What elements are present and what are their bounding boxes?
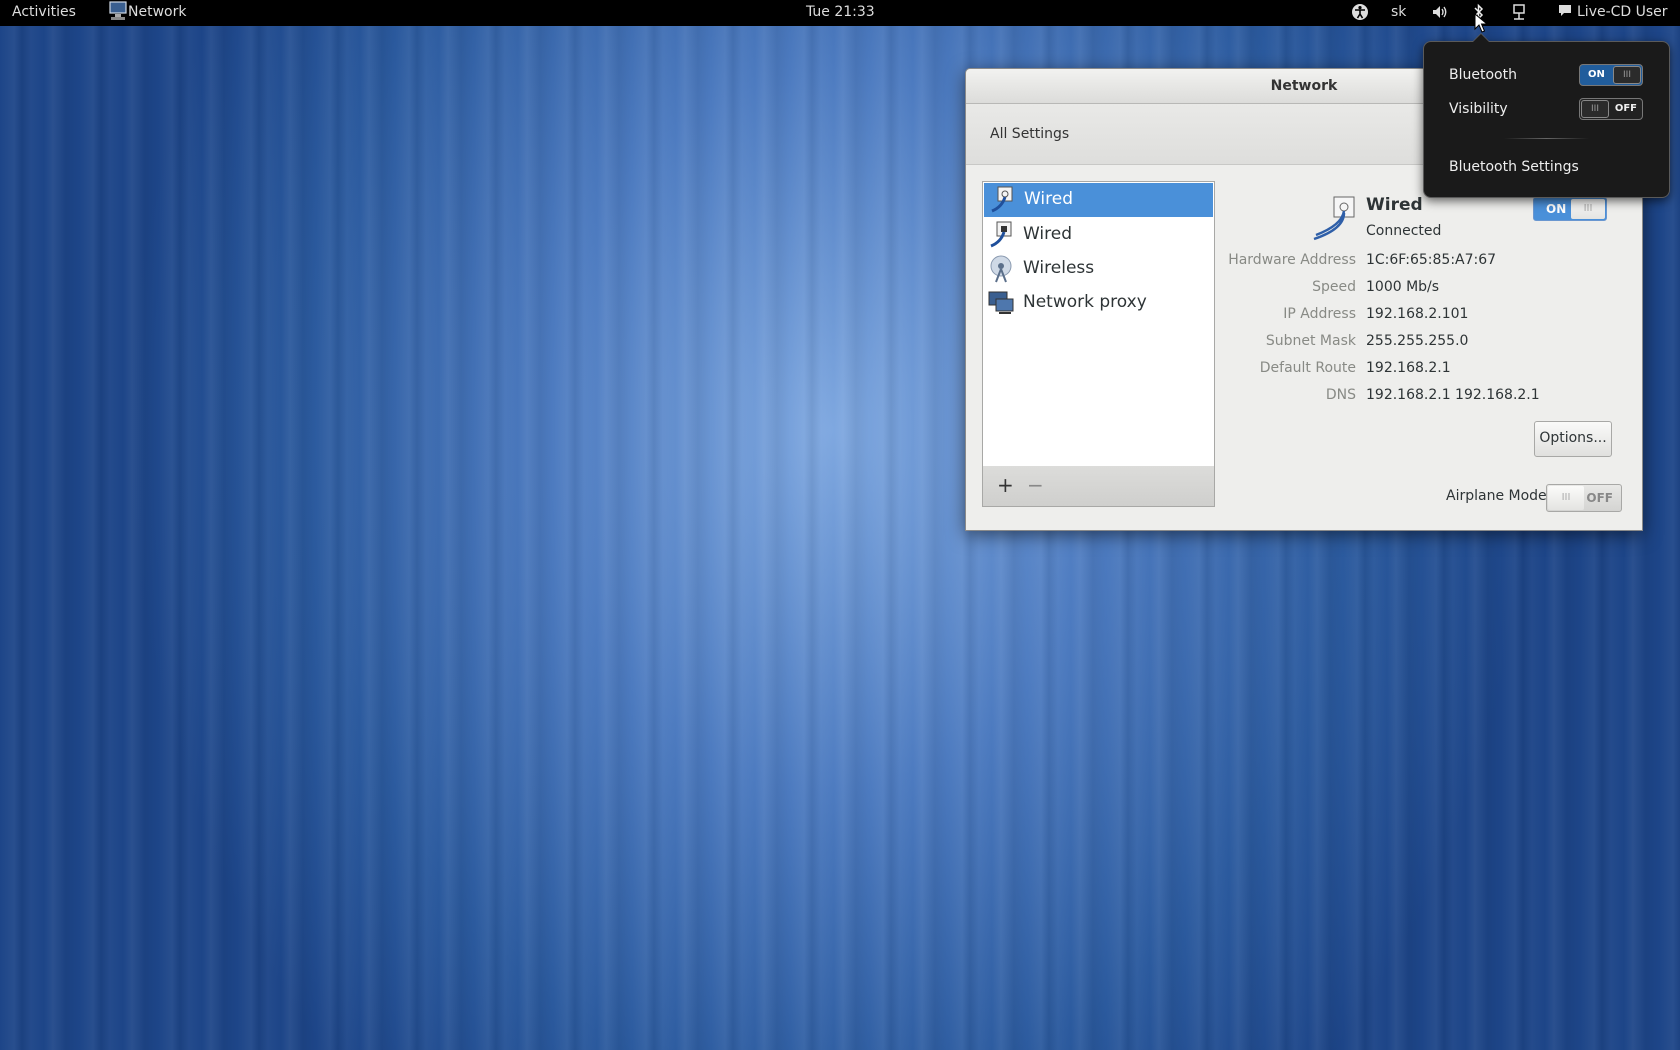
accessibility-icon[interactable] [1351, 3, 1369, 25]
hardware-address-label: Hardware Address [1228, 252, 1356, 268]
wireless-icon [987, 254, 1015, 284]
device-list: Wired Wired Wireless Network proxy [982, 181, 1215, 468]
user-menu[interactable]: Live-CD User [1577, 4, 1668, 20]
clock[interactable]: Tue 21:33 [806, 4, 875, 20]
network-icon[interactable] [1511, 3, 1527, 25]
device-list-toolbar: + − [982, 466, 1215, 507]
default-route-label: Default Route [1259, 360, 1356, 376]
device-status: Connected [1366, 223, 1442, 239]
options-button[interactable]: Options... [1534, 421, 1612, 457]
volume-icon[interactable] [1431, 3, 1449, 25]
popup-arrow [1472, 33, 1490, 42]
device-item-wired[interactable]: Wired [984, 183, 1213, 217]
visibility-toggle[interactable]: III OFF [1579, 98, 1643, 120]
speed-label: Speed [1312, 279, 1356, 295]
network-proxy-icon [987, 288, 1015, 318]
top-bar: Activities Network Tue 21:33 sk Live-CD … [0, 0, 1680, 26]
device-item-wired-2[interactable]: Wired [983, 218, 1214, 252]
keyboard-layout-indicator[interactable]: sk [1391, 4, 1406, 20]
hardware-address-value: 1C:6F:65:85:A7:67 [1366, 252, 1497, 268]
toggle-knob: III [1571, 199, 1605, 219]
bluetooth-label[interactable]: Bluetooth [1449, 67, 1517, 83]
airplane-mode-toggle[interactable]: III OFF [1546, 484, 1622, 512]
device-label: Wired [1024, 189, 1074, 209]
wired-locked-icon [987, 220, 1015, 250]
visibility-label[interactable]: Visibility [1449, 101, 1508, 117]
activities-button[interactable]: Activities [12, 4, 76, 20]
device-title: Wired [1366, 195, 1423, 215]
device-item-wireless[interactable]: Wireless [983, 252, 1214, 286]
wired-toggle[interactable]: ON III [1533, 197, 1607, 221]
chat-icon[interactable] [1557, 3, 1573, 23]
device-label: Wired [1023, 224, 1073, 244]
toggle-knob: III [1581, 100, 1609, 118]
toggle-knob: III [1613, 66, 1641, 84]
wired-icon [988, 185, 1016, 215]
device-label: Network proxy [1023, 292, 1147, 312]
device-item-network-proxy[interactable]: Network proxy [983, 286, 1214, 320]
app-menu[interactable]: Network [128, 4, 186, 20]
bluetooth-settings-item[interactable]: Bluetooth Settings [1449, 159, 1579, 175]
dns-label: DNS [1325, 387, 1356, 403]
all-settings-button[interactable]: All Settings [990, 126, 1069, 142]
default-route-value: 192.168.2.1 [1366, 360, 1451, 376]
dns-value: 192.168.2.1 192.168.2.1 [1366, 387, 1540, 403]
remove-device-button[interactable]: − [1027, 473, 1044, 497]
ip-address-label: IP Address [1283, 306, 1356, 322]
toggle-state: ON [1588, 69, 1605, 80]
menu-separator [1504, 138, 1589, 139]
bluetooth-toggle[interactable]: ON III [1579, 64, 1643, 86]
device-label: Wireless [1023, 258, 1095, 278]
speed-value: 1000 Mb/s [1366, 279, 1440, 295]
airplane-mode-label: Airplane Mode [1446, 488, 1547, 504]
bluetooth-menu: Bluetooth ON III Visibility III OFF Blue… [1423, 33, 1670, 198]
ip-address-value: 192.168.2.101 [1366, 306, 1469, 322]
add-device-button[interactable]: + [997, 473, 1014, 497]
subnet-mask-label: Subnet Mask [1265, 333, 1356, 349]
toggle-knob: III [1548, 486, 1584, 510]
subnet-mask-value: 255.255.255.0 [1366, 333, 1469, 349]
wired-detail-icon [1308, 195, 1358, 241]
toggle-state: ON [1546, 202, 1567, 216]
toggle-state: OFF [1614, 103, 1637, 114]
toggle-state: OFF [1586, 491, 1613, 505]
mouse-cursor-icon [1474, 13, 1488, 33]
